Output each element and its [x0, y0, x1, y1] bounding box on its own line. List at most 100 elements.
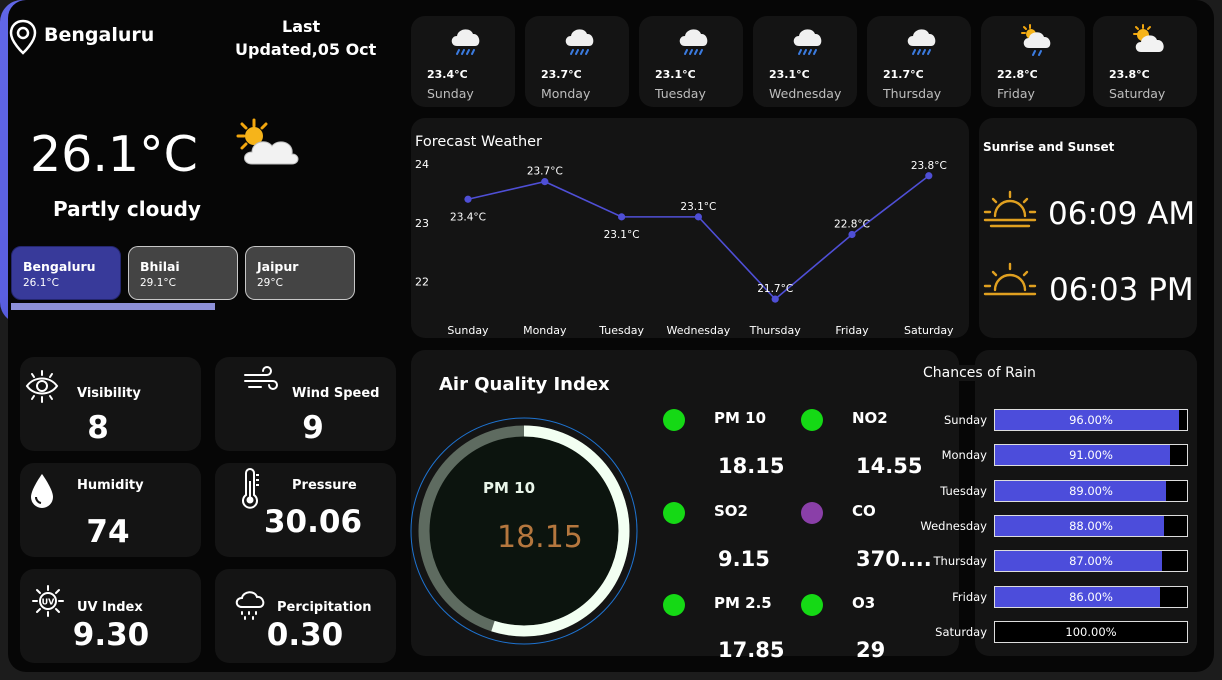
data-point-friday[interactable] [848, 230, 856, 239]
last-updated-line2: Updated,05 Oct [235, 40, 377, 59]
rain-cloud-icon [793, 29, 822, 55]
aqi-card: Air Quality Index PM 10 18.15 [410, 350, 959, 656]
status-dot [801, 502, 823, 524]
day-name: Sunday [427, 86, 474, 101]
rain-bar-label: 86.00% [1069, 589, 1113, 604]
rain-bar-label: 88.00% [1069, 518, 1113, 533]
data-point-sunday[interactable] [464, 195, 472, 203]
day-temp: 22.8°C [997, 68, 1038, 81]
day-temp: 23.4°C [427, 68, 468, 81]
city-chip-name: Bhilai [140, 259, 180, 274]
day-card-tuesday[interactable]: 23.1°C Tuesday [639, 16, 743, 107]
svg-text:UV: UV [42, 598, 55, 607]
rain-day-label: Thursday [933, 554, 987, 569]
metric-label: Pressure [292, 478, 357, 493]
uv-sun-icon: UV [32, 585, 64, 617]
rain-bar-track: 100.00% [994, 620, 1188, 643]
rain-bar-track: 86.00% [994, 585, 1188, 608]
city-chip-bhilai[interactable]: Bhilai 29.1°C [128, 246, 238, 300]
data-label: 23.7°C [527, 166, 563, 178]
y-tick-label: 23 [415, 217, 429, 230]
x-tick-label: Tuesday [598, 324, 644, 337]
water-drop-icon [31, 474, 53, 508]
rain-bar-label: 100.00% [1065, 624, 1117, 639]
x-tick-label: Friday [835, 324, 869, 337]
day-name: Tuesday [655, 86, 706, 101]
pollutant-value: 18.15 [718, 454, 785, 478]
rain-title: Chances of Rain [921, 365, 1038, 381]
rain-cloud-icon [451, 29, 480, 55]
day-card-wednesday[interactable]: 23.1°C Wednesday [753, 16, 857, 107]
x-tick-label: Sunday [447, 324, 489, 337]
day-card-monday[interactable]: 23.7°C Monday [525, 16, 629, 107]
x-tick-label: Saturday [904, 324, 954, 337]
data-label: 23.8°C [911, 160, 947, 172]
city-chip-temp: 29.1°C [140, 277, 176, 289]
aqi-title: Air Quality Index [439, 374, 610, 395]
uv-card: UV UV Index 9.30 [20, 569, 201, 663]
forecast-series-line [467, 175, 930, 301]
data-point-thursday[interactable] [771, 295, 779, 303]
x-tick-label: Wednesday [667, 324, 731, 337]
day-card-friday[interactable]: 22.8°C Friday [981, 16, 1085, 107]
sunset-icon [983, 262, 1037, 296]
pollutant-name: O3 [852, 594, 876, 612]
day-temp: 23.1°C [769, 68, 810, 81]
wind-icon [244, 366, 278, 390]
city-chip-temp: 26.1°C [23, 277, 59, 289]
sun-rain-cloud-icon [1021, 24, 1051, 56]
rain-cloud-icon [679, 29, 708, 55]
rain-bar-label: 89.00% [1069, 483, 1113, 498]
data-label: 23.1°C [604, 229, 640, 241]
status-dot [663, 409, 685, 431]
metric-label: Visibility [77, 386, 141, 401]
location-pin-icon [9, 19, 37, 55]
metric-value: 9.30 [72, 617, 150, 653]
data-point-monday[interactable] [541, 178, 549, 186]
pollutant-value: 9.15 [718, 547, 770, 571]
precipitation-card: Percipitation 0.30 [215, 569, 396, 663]
wind-card: Wind Speed 9 [215, 357, 396, 451]
status-dot [663, 502, 685, 524]
pollutant-value: 29 [856, 638, 886, 662]
pollutant-name: CO [852, 502, 876, 520]
status-dot [663, 594, 685, 616]
data-point-wednesday[interactable] [694, 213, 702, 221]
rain-bar-label: 91.00% [1069, 448, 1113, 463]
visibility-card: Visibility 8 [20, 357, 201, 451]
forecast-card: Forecast Weather 22 23 24 23.4°C Sunday 23.7°… [411, 118, 969, 338]
pollutant-name: SO2 [714, 502, 748, 520]
day-card-saturday[interactable]: 23.8°C Saturday [1093, 16, 1197, 107]
metric-value: 74 [86, 514, 130, 550]
city-scrollbar[interactable] [11, 303, 215, 310]
x-tick-label: Monday [523, 324, 567, 337]
metric-label: UV Index [77, 600, 143, 615]
metric-value: 0.30 [266, 617, 344, 653]
rain-day-label: Wednesday [920, 518, 987, 533]
day-card-thursday[interactable]: 21.7°C Thursday [867, 16, 971, 107]
y-tick-label: 24 [415, 158, 429, 171]
rain-bar-label: 87.00% [1069, 554, 1113, 569]
data-point-tuesday[interactable] [618, 213, 626, 221]
city-chip-jaipur[interactable]: Jaipur 29°C [245, 246, 355, 300]
city-chip-bengaluru[interactable]: Bengaluru 26.1°C [11, 246, 121, 300]
metric-value: 9 [302, 410, 324, 446]
metric-label: Humidity [77, 478, 144, 493]
eye-icon [25, 370, 59, 403]
metric-label: Percipitation [277, 600, 372, 615]
x-tick-label: Thursday [749, 324, 802, 337]
metric-value: 8 [87, 410, 109, 446]
rain-bar-track: 88.00% [994, 514, 1188, 537]
current-city: Bengaluru [44, 24, 155, 46]
pressure-card: Pressure 30.06 [215, 463, 396, 557]
day-card-sunday[interactable]: 23.4°C Sunday [411, 16, 515, 107]
status-dot [801, 409, 823, 431]
day-temp: 21.7°C [883, 68, 924, 81]
city-chip-temp: 29°C [257, 277, 283, 289]
data-point-saturday[interactable] [925, 172, 933, 180]
pollutant-value: 17.85 [718, 638, 785, 662]
rain-day-label: Sunday [943, 413, 987, 427]
data-label: 23.1°C [680, 201, 716, 213]
current-condition: Partly cloudy [53, 197, 201, 221]
aqi-gauge-value: 18.15 [497, 520, 583, 555]
